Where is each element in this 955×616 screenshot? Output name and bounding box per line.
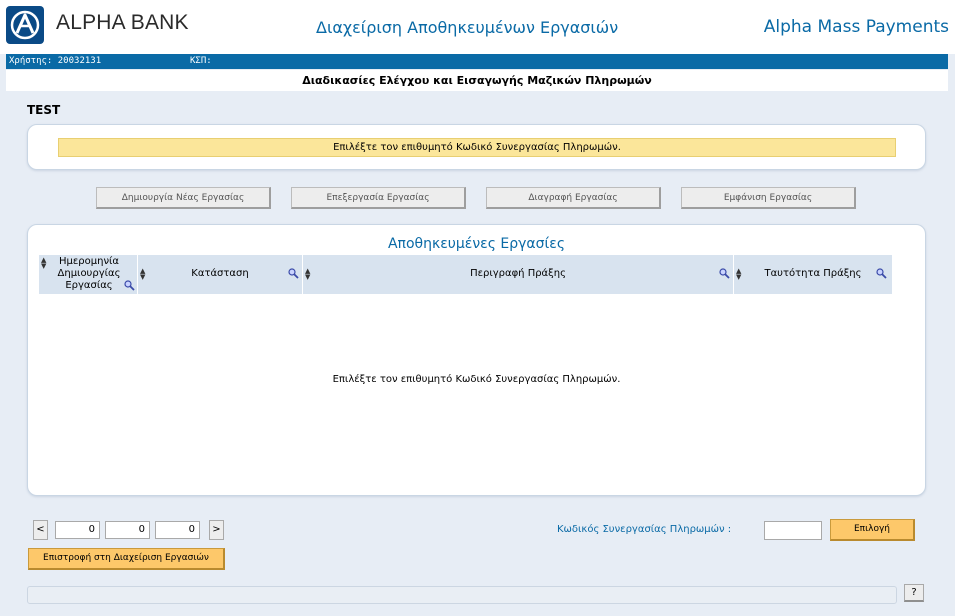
sort-arrows-icon[interactable]: ▲ ▼ [305,268,310,281]
pager-field-2[interactable]: 0 [105,521,150,539]
table-header: ▲ ▼ Ημερομηνία Δημιουργίας Εργασίας ▲ ▼ Κα… [39,255,892,294]
environment-label: TEST [27,103,61,117]
column-header-description[interactable]: ▲ ▼ Περιγραφή Πράξης [303,255,734,294]
app-header: ALPHA BANK Διαχείριση Αποθηκευμένων Εργα… [0,0,955,54]
payment-code-input[interactable] [764,521,822,540]
next-page-button[interactable]: > [209,520,224,540]
section-subtitle: Διαδικασίες Ελέγχου και Εισαγωγής Μαζικώ… [6,70,948,91]
saved-tasks-panel: Αποθηκευμένες Εργασίες ▲ ▼ Ημερομηνία Δημ… [27,224,926,496]
column-header-date[interactable]: ▲ ▼ Ημερομηνία Δημιουργίας Εργασίας [39,255,138,294]
app-name: Alpha Mass Payments [763,17,949,37]
notice-message: Επιλέξτε τον επιθυμητό Κωδικό Συνεργασία… [58,138,896,157]
search-icon[interactable] [719,268,730,279]
column-label: Περιγραφή Πράξης [470,268,566,279]
page-title: Διαχείριση Αποθηκευμένων Εργασιών [316,18,619,37]
table-title: Αποθηκευμένες Εργασίες [387,236,566,252]
payment-code-label: Κωδικός Συνεργασίας Πληρωμών : [557,524,732,535]
back-to-task-management-button[interactable]: Επιστροφή στη Διαχείριση Εργασιών [28,548,225,570]
column-label: Ημερομηνία Δημιουργίας Εργασίας [57,256,121,291]
alpha-bank-logo-icon [6,6,44,44]
sort-arrows-icon[interactable]: ▲ ▼ [41,257,46,270]
help-button[interactable]: ? [904,584,924,602]
sort-arrows-icon[interactable]: ▲ ▼ [736,268,741,281]
view-task-button[interactable]: Εμφάνιση Εργασίας [681,187,856,209]
pager-field-1[interactable]: 0 [55,521,100,539]
ksp-label: ΚΣΠ: [190,56,212,66]
empty-table-message: Επιλέξτε τον επιθυμητό Κωδικό Συνεργασία… [332,374,621,385]
notice-panel: Επιλέξτε τον επιθυμητό Κωδικό Συνεργασία… [27,124,926,170]
select-button[interactable]: Επιλογή [830,519,915,541]
user-id: Χρήστης: 20032131 [9,56,102,66]
search-icon[interactable] [876,268,887,279]
column-header-status[interactable]: ▲ ▼ Κατάσταση [138,255,303,294]
column-label: Κατάσταση [191,268,249,279]
previous-page-button[interactable]: < [33,520,48,540]
logo-text: ALPHA BANK [56,11,189,34]
search-icon[interactable] [288,268,299,279]
search-icon[interactable] [124,280,135,291]
pager-field-3[interactable]: 0 [155,521,200,539]
edit-task-button[interactable]: Επεξεργασία Εργασίας [291,187,466,209]
sort-arrows-icon[interactable]: ▲ ▼ [140,268,145,281]
status-bar [27,586,897,604]
user-info-bar: Χρήστης: 20032131 ΚΣΠ: [6,54,948,69]
column-header-id[interactable]: ▲ ▼ Ταυτότητα Πράξης [734,255,892,294]
delete-task-button[interactable]: Διαγραφή Εργασίας [486,187,661,209]
create-task-button[interactable]: Δημιουργία Νέας Εργασίας [96,187,271,209]
column-label: Ταυτότητα Πράξης [764,268,862,279]
